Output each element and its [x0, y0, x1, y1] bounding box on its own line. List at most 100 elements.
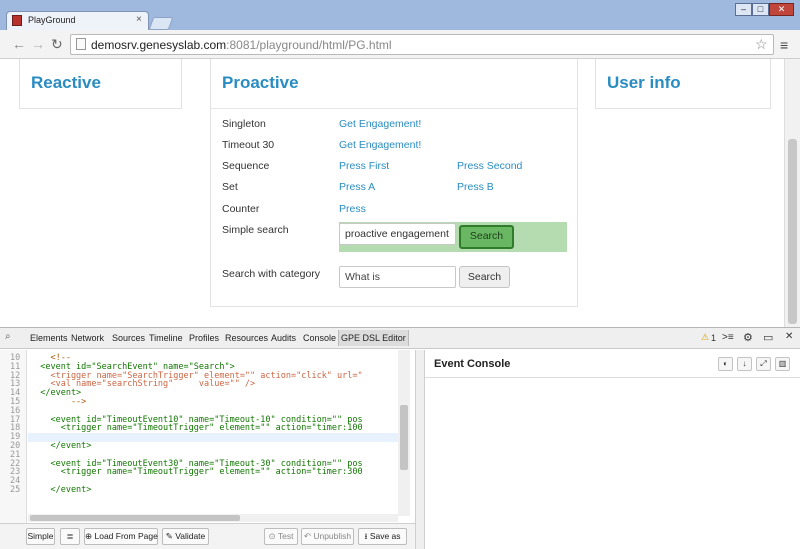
singleton-label: Singleton: [222, 118, 266, 130]
reactive-title: Reactive: [31, 73, 101, 92]
save-as-button[interactable]: ⭳ Save as: [358, 528, 407, 545]
url-text[interactable]: demosrv.genesyslab.com:8081/playground/h…: [91, 38, 392, 52]
tab-elements[interactable]: Elements: [30, 333, 68, 343]
browser-tab[interactable]: PlayGround ×: [6, 11, 149, 30]
page-scrollbar-thumb[interactable]: [788, 139, 797, 324]
validate-label: Validate: [175, 531, 206, 541]
tab-gpe-dsl-editor[interactable]: GPE DSL Editor: [338, 330, 409, 346]
press-second-link[interactable]: Press Second: [457, 160, 522, 172]
gear-icon[interactable]: ⚙: [743, 331, 753, 344]
user-info-card: User info: [595, 59, 771, 109]
address-bar[interactable]: demosrv.genesyslab.com:8081/playground/h…: [70, 34, 774, 55]
maximize-button[interactable]: □: [752, 3, 769, 16]
line-number: 25: [10, 485, 21, 495]
warning-icon[interactable]: ⚠: [701, 332, 709, 343]
forward-arrow-icon[interactable]: →: [31, 36, 45, 52]
page-viewport: Reactive User info Proactive Singleton G…: [0, 59, 784, 327]
window-titlebar: PlayGround × – □ ✕: [0, 0, 800, 30]
page-scrollbar[interactable]: [784, 59, 800, 327]
unpublish-icon: ↶: [303, 531, 314, 541]
code-line: -->: [30, 397, 87, 407]
align-left-icon: ≣: [66, 531, 74, 541]
editor-vertical-scrollbar[interactable]: [398, 350, 410, 516]
validate-icon: ✎: [165, 531, 176, 541]
proactive-card: Proactive Singleton Get Engagement! Time…: [210, 59, 578, 307]
singleton-link[interactable]: Get Engagement!: [339, 118, 421, 130]
counter-press-link[interactable]: Press: [339, 203, 366, 215]
tab-timeline[interactable]: Timeline: [149, 333, 183, 343]
pin-icon[interactable]: ⤢: [756, 357, 771, 371]
code-line: </event>: [30, 441, 92, 451]
favicon-icon: [12, 15, 22, 26]
load-label: Load From Page: [94, 531, 158, 541]
unpublish-button[interactable]: ↶ Unpublish: [301, 528, 354, 545]
back-arrow-icon[interactable]: ←: [12, 36, 26, 52]
test-label: Test: [277, 531, 294, 541]
timeout30-label: Timeout 30: [222, 139, 275, 151]
tab-sources[interactable]: Sources: [112, 333, 145, 343]
close-devtools-icon[interactable]: ✕: [785, 331, 793, 342]
press-a-link[interactable]: Press A: [339, 181, 375, 193]
dsl-code-editor[interactable]: 10 <!-- 11 <event id="SearchEvent" name="…: [0, 350, 410, 523]
console-divider: [425, 377, 800, 378]
unpublish-label: Unpublish: [313, 531, 352, 541]
tab-audits[interactable]: Audits: [271, 333, 296, 343]
counter-label: Counter: [222, 203, 260, 215]
url-host: demosrv.genesyslab.com: [91, 38, 227, 52]
editor-vertical-thumb[interactable]: [400, 405, 408, 470]
search-category-label: Search with category: [222, 268, 321, 280]
tab-console[interactable]: Console: [303, 333, 336, 343]
url-path: :8081/playground/html/PG.html: [226, 38, 392, 52]
close-window-button[interactable]: ✕: [769, 3, 794, 16]
tab-network[interactable]: Network: [71, 333, 104, 343]
simple-search-label: Simple search: [222, 224, 289, 236]
validate-button[interactable]: ✎ Validate: [162, 528, 209, 545]
new-tab-button[interactable]: [148, 17, 174, 30]
reactive-card: Reactive: [19, 59, 182, 109]
trash-icon[interactable]: ▥: [775, 357, 790, 371]
code-line: <trigger name="TimeoutTrigger" element="…: [30, 423, 363, 434]
test-button[interactable]: ⊙ Test: [264, 528, 298, 545]
code-line: <trigger name="TimeoutTrigger" element="…: [30, 467, 363, 478]
format-button[interactable]: ≣: [60, 528, 80, 545]
dock-icon[interactable]: ▭: [763, 331, 773, 344]
tab-title: PlayGround: [28, 15, 76, 25]
title-divider: [211, 108, 577, 109]
page-icon: [76, 38, 86, 50]
code-line: </event>: [30, 485, 92, 495]
chrome-menu-icon[interactable]: ≡: [780, 37, 788, 53]
simple-search-button[interactable]: Search: [459, 225, 514, 249]
sequence-label: Sequence: [222, 160, 270, 172]
simple-search-input[interactable]: proactive engagement: [339, 223, 456, 245]
reload-icon[interactable]: ↻: [51, 36, 63, 53]
hide-icon[interactable]: ◐: [718, 357, 733, 371]
tab-resources[interactable]: Resources: [225, 333, 268, 343]
search-icon[interactable]: ⌕: [5, 331, 11, 342]
editor-actions-bar: Simple ≣ ⊕ Load From Page ✎ Validate ⊙ T…: [0, 523, 415, 549]
timeout30-link[interactable]: Get Engagement!: [339, 139, 421, 151]
console-drawer-icon[interactable]: >≡: [722, 332, 734, 343]
press-first-link[interactable]: Press First: [339, 160, 389, 172]
tab-profiles[interactable]: Profiles: [189, 333, 219, 343]
editor-horizontal-scrollbar[interactable]: [28, 514, 398, 522]
test-icon: ⊙: [268, 531, 278, 541]
pane-splitter[interactable]: [415, 350, 425, 549]
bookmark-star-icon[interactable]: ☆: [755, 36, 768, 53]
editor-horizontal-thumb[interactable]: [30, 515, 240, 521]
event-console-panel: Event Console ◐ ↓ ⤢ ▥: [425, 350, 800, 549]
load-from-page-button[interactable]: ⊕ Load From Page: [84, 528, 158, 545]
event-console-title: Event Console: [434, 358, 511, 370]
press-b-link[interactable]: Press B: [457, 181, 494, 193]
search-category-input[interactable]: What is: [339, 266, 456, 288]
warning-count: 1: [711, 333, 717, 343]
proactive-title: Proactive: [222, 73, 299, 92]
devtools-toolbar: ⌕ Elements Network Sources Timeline Prof…: [0, 327, 800, 349]
simple-button[interactable]: Simple: [26, 528, 55, 545]
set-label: Set: [222, 181, 238, 193]
download-icon[interactable]: ↓: [737, 357, 752, 371]
tab-close-icon[interactable]: ×: [136, 14, 142, 25]
minimize-button[interactable]: –: [735, 3, 752, 16]
user-info-title: User info: [607, 73, 681, 92]
search-category-button[interactable]: Search: [459, 266, 510, 288]
save-as-label: Save as: [369, 531, 401, 541]
